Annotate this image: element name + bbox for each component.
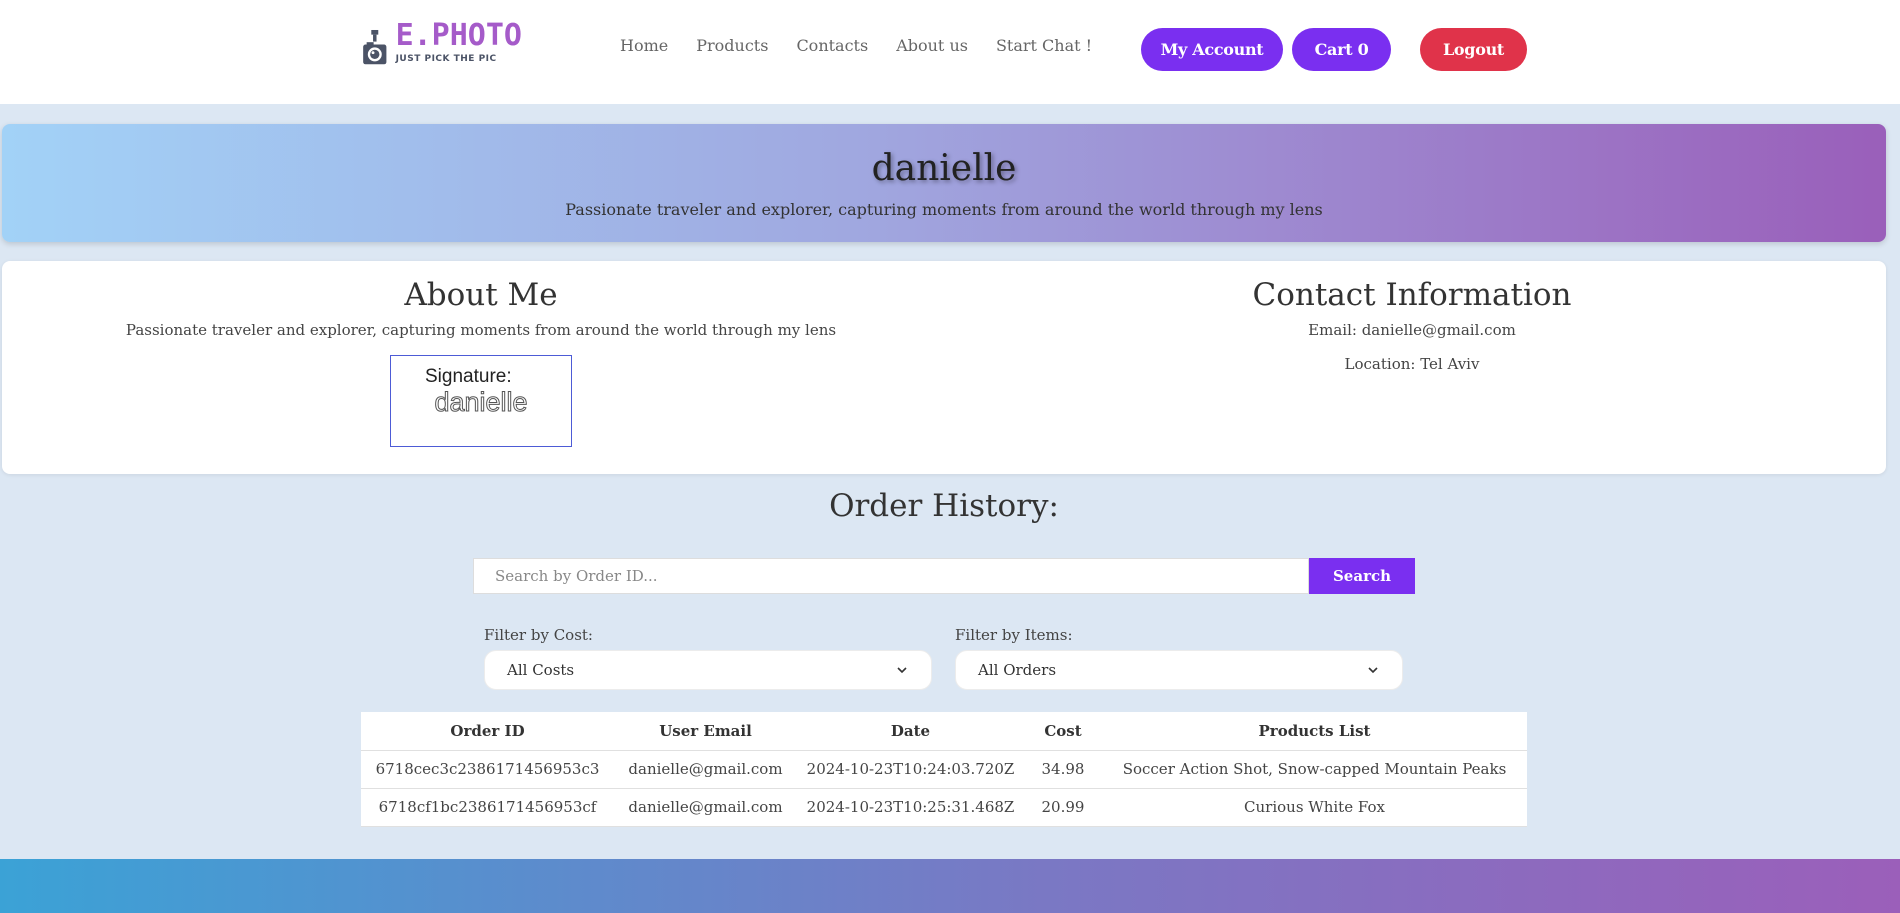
table-row[interactable]: 6718cec3c2386171456953c3 danielle@gmail.… [361, 750, 1527, 789]
profile-banner: danielle Passionate traveler and explore… [2, 124, 1886, 242]
contact-location: Location: Tel Aviv [1344, 355, 1480, 373]
chevron-down-icon [897, 667, 907, 674]
products-list-cell: Curious White Fox [1102, 788, 1527, 827]
profile-info-card: About Me Passionate traveler and explore… [2, 261, 1886, 474]
nav-contacts[interactable]: Contacts [796, 36, 868, 55]
chevron-down-icon [1368, 667, 1378, 674]
nav-start-chat[interactable]: Start Chat ! [996, 36, 1092, 55]
profile-bio: Passionate traveler and explorer, captur… [565, 200, 1323, 219]
table-header-row: Order ID User Email Date Cost Products L… [361, 712, 1527, 751]
cost-filter-label: Filter by Cost: [484, 626, 593, 644]
search-button[interactable]: Search [1309, 558, 1415, 594]
signature-name: danielle [434, 387, 528, 418]
contact-title: Contact Information [1252, 277, 1572, 313]
site-footer [0, 859, 1900, 913]
cost-cell: 34.98 [1024, 750, 1102, 789]
order-search-input[interactable] [473, 558, 1309, 594]
contact-email: Email: danielle@gmail.com [1308, 321, 1516, 339]
items-filter-value: All Orders [978, 661, 1057, 679]
column-header-date: Date [797, 712, 1024, 751]
date-cell: 2024-10-23T10:24:03.720Z [797, 750, 1024, 789]
date-cell: 2024-10-23T10:25:31.468Z [797, 788, 1024, 827]
profile-username: danielle [871, 148, 1017, 189]
signature-box: Signature: danielle [390, 355, 572, 447]
logo[interactable]: E.PHOTO JUST PICK THE PIC [362, 16, 522, 82]
items-filter-select[interactable]: All Orders [955, 650, 1403, 690]
table-row[interactable]: 6718cf1bc2386171456953cf danielle@gmail.… [361, 788, 1527, 827]
user-email-cell: danielle@gmail.com [614, 750, 797, 789]
orders-table: Order ID User Email Date Cost Products L… [361, 712, 1527, 827]
brand-tagline: JUST PICK THE PIC [395, 54, 497, 64]
cost-cell: 20.99 [1024, 788, 1102, 827]
cart-button[interactable]: Cart 0 [1292, 28, 1391, 71]
camera-icon [363, 29, 387, 65]
about-text: Passionate traveler and explorer, captur… [125, 321, 837, 339]
nav-about-us[interactable]: About us [896, 36, 968, 55]
column-header-products-list: Products List [1102, 712, 1527, 751]
cost-filter-select[interactable]: All Costs [484, 650, 932, 690]
products-list-cell: Soccer Action Shot, Snow-capped Mountain… [1102, 750, 1527, 789]
nav-products[interactable]: Products [696, 36, 768, 55]
site-header: E.PHOTO JUST PICK THE PIC Home Products … [0, 0, 1900, 104]
contact-section: Contact Information Email: danielle@gmai… [1102, 277, 1722, 373]
cost-filter-value: All Costs [507, 661, 575, 679]
main-nav: Home Products Contacts About us Start Ch… [620, 36, 1120, 55]
order-id-cell: 6718cec3c2386171456953c3 [361, 750, 614, 789]
cost-filter: Filter by Cost: All Costs [484, 626, 932, 690]
column-header-user-email: User Email [614, 712, 797, 751]
user-email-cell: danielle@gmail.com [614, 788, 797, 827]
about-section: About Me Passionate traveler and explore… [102, 277, 860, 447]
items-filter: Filter by Items: All Orders [955, 626, 1403, 690]
brand-title: E.PHOTO [395, 18, 522, 53]
column-header-cost: Cost [1024, 712, 1102, 751]
logout-button[interactable]: Logout [1420, 28, 1527, 71]
column-header-order-id: Order ID [361, 712, 614, 751]
items-filter-label: Filter by Items: [955, 626, 1073, 644]
about-title: About Me [404, 277, 558, 313]
order-history-title: Order History: [829, 488, 1059, 524]
my-account-button[interactable]: My Account [1141, 28, 1283, 71]
nav-home[interactable]: Home [620, 36, 668, 55]
order-id-cell: 6718cf1bc2386171456953cf [361, 788, 614, 827]
signature-label: Signature: [425, 366, 512, 387]
